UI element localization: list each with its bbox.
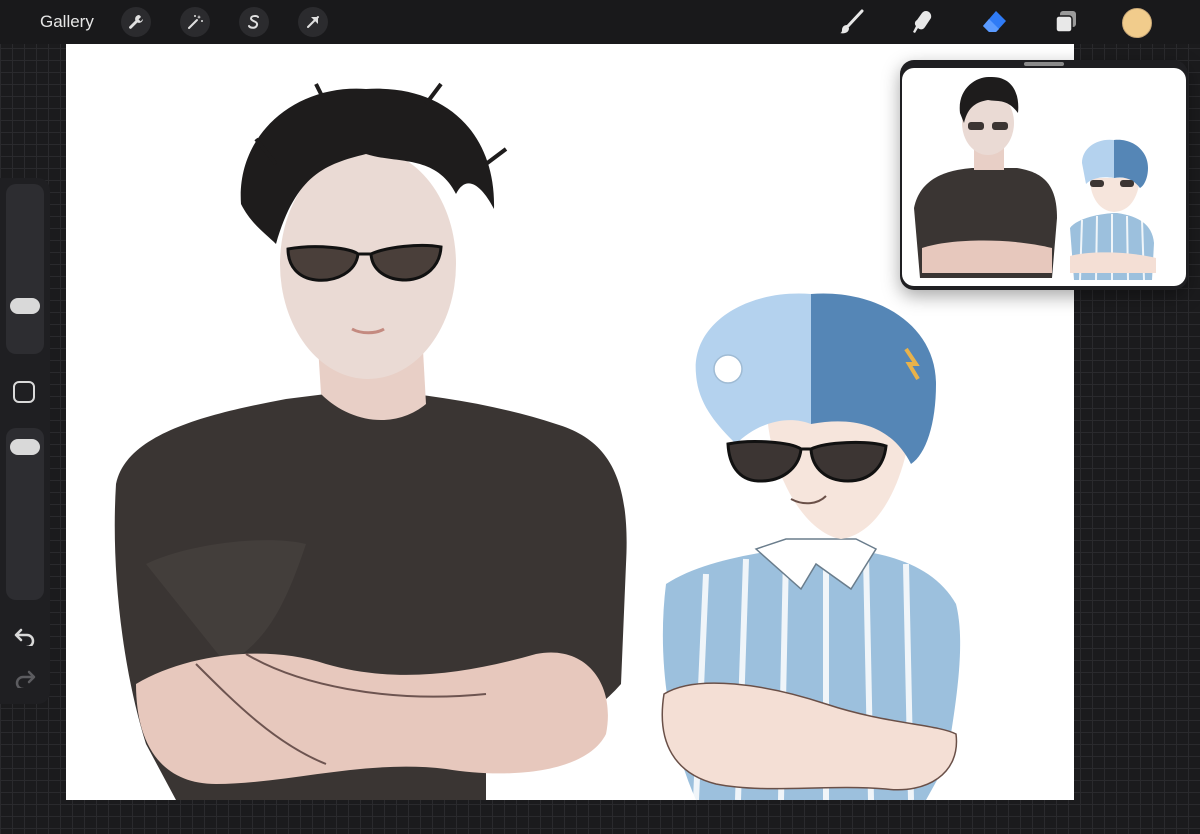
reference-window[interactable] [900, 60, 1188, 290]
eraser-icon [983, 11, 1006, 32]
redo-button[interactable] [12, 666, 38, 690]
brush-tool[interactable] [836, 6, 868, 38]
eraser-tool[interactable] [978, 6, 1010, 38]
reference-thumbnail [914, 76, 1156, 281]
layers-icon [1055, 11, 1076, 33]
brush-icon [840, 9, 864, 34]
opacity-knob[interactable] [10, 439, 40, 456]
top-toolbar: Gallery [0, 0, 1200, 44]
redo-icon [15, 670, 36, 688]
layers-tool[interactable] [1050, 6, 1082, 38]
undo-icon [14, 628, 35, 646]
opacity-slider[interactable] [6, 428, 44, 600]
reference-drag-handle[interactable] [1024, 62, 1064, 66]
modify-button[interactable] [13, 381, 35, 403]
brush-size-knob[interactable] [10, 297, 40, 314]
left-sidebar [0, 178, 50, 704]
selection-button[interactable] [239, 7, 269, 37]
smudge-tool[interactable] [906, 6, 938, 38]
gallery-button[interactable]: Gallery [40, 12, 94, 32]
reference-preview [902, 68, 1186, 286]
color-picker-swatch[interactable] [1122, 8, 1152, 38]
selection-icon [248, 15, 259, 29]
wrench-icon [129, 15, 143, 29]
brush-size-slider[interactable] [6, 184, 44, 354]
transform-button[interactable] [298, 7, 328, 37]
undo-button[interactable] [12, 624, 38, 648]
transform-arrow-icon [307, 16, 319, 28]
magic-wand-icon [188, 15, 203, 29]
adjustments-button[interactable] [180, 7, 210, 37]
actions-wrench-button[interactable] [121, 7, 151, 37]
smudge-icon [913, 11, 932, 33]
